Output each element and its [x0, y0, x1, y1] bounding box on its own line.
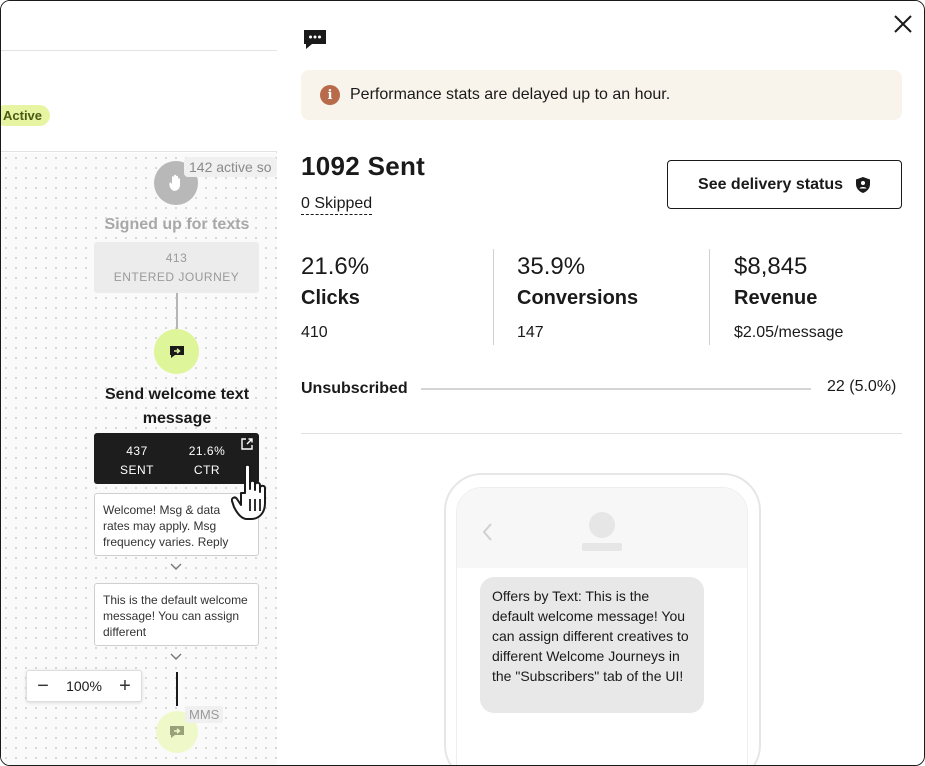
ctr-stat-value: 21.6%	[188, 444, 226, 458]
revenue-per-message: $2.05/message	[734, 324, 844, 341]
avatar	[589, 512, 615, 538]
send-text-node[interactable]	[154, 329, 199, 374]
app-window: Active 142 active so Signed up for texts…	[0, 0, 925, 766]
sent-stat: 437 SENT	[102, 442, 172, 480]
close-icon[interactable]	[892, 13, 914, 35]
mms-tag: MMS	[185, 706, 224, 723]
zoom-level: 100%	[66, 678, 102, 694]
avatar-body	[582, 543, 622, 551]
entered-journey-stat[interactable]: 413 ENTERED JOURNEY	[94, 242, 259, 293]
canvas-header	[1, 1, 277, 51]
send-message-icon	[170, 726, 184, 738]
skipped-link[interactable]: 0 Skipped	[301, 195, 373, 215]
zoom-control: − 100% +	[26, 670, 142, 702]
see-delivery-status-button[interactable]: See delivery status	[667, 160, 902, 209]
section-divider	[301, 433, 902, 434]
entered-journey-value: 413	[165, 251, 188, 265]
zoom-out-button[interactable]: −	[35, 675, 51, 698]
active-count-tag: 142 active so	[184, 157, 277, 177]
shield-icon	[855, 176, 870, 193]
entered-journey-label: ENTERED JOURNEY	[113, 270, 240, 284]
revenue-total: $8,845	[734, 253, 808, 280]
connector-line	[176, 672, 178, 706]
conversions-count: 147	[517, 324, 544, 341]
sent-total: 1092 Sent	[301, 151, 426, 181]
see-delivery-status-label: See delivery status	[698, 175, 843, 193]
phone-header	[457, 488, 747, 568]
trigger-title: Signed up for texts	[104, 216, 250, 233]
send-message-icon	[169, 345, 184, 358]
unsubscribed-value: 22 (5.0%)	[827, 378, 897, 395]
unsubscribed-label: Unsubscribed	[301, 380, 408, 397]
notice-text: Performance stats are delayed up to an h…	[350, 86, 671, 103]
sent-stat-value: 437	[126, 444, 148, 458]
chevron-down-icon	[170, 563, 182, 570]
back-chevron-icon	[482, 523, 492, 541]
canvas-status-bar	[1, 51, 277, 152]
delay-notice: i Performance stats are delayed up to an…	[301, 70, 902, 120]
conversions-rate: 35.9%	[517, 253, 586, 280]
clicks-rate: 21.6%	[301, 253, 370, 280]
chevron-down-icon	[170, 653, 182, 660]
clicks-label: Clicks	[301, 287, 360, 309]
revenue-label: Revenue	[734, 287, 818, 309]
chat-bubble-icon	[304, 30, 326, 49]
hand-wave-icon	[169, 174, 180, 191]
send-node-title: Send welcome text message	[104, 386, 250, 427]
sent-stat-label: SENT	[119, 463, 154, 477]
metric-divider	[709, 249, 710, 345]
zoom-in-button[interactable]: +	[117, 675, 133, 698]
connector-line	[176, 293, 178, 329]
preview-message-bubble: Offers by Text: This is the default welc…	[480, 577, 704, 713]
metric-divider	[493, 249, 494, 345]
external-link-icon[interactable]	[241, 438, 253, 450]
message-preview-2[interactable]: This is the default welcome message! You…	[94, 583, 259, 646]
journey-canvas-panel: Active 142 active so Signed up for texts…	[1, 1, 277, 765]
conversions-label: Conversions	[517, 287, 639, 309]
info-icon: i	[320, 85, 340, 105]
clicks-count: 410	[301, 324, 328, 341]
status-badge: Active	[1, 105, 51, 126]
pointer-hand-cursor	[231, 463, 266, 520]
unsubscribed-bar	[421, 388, 811, 390]
